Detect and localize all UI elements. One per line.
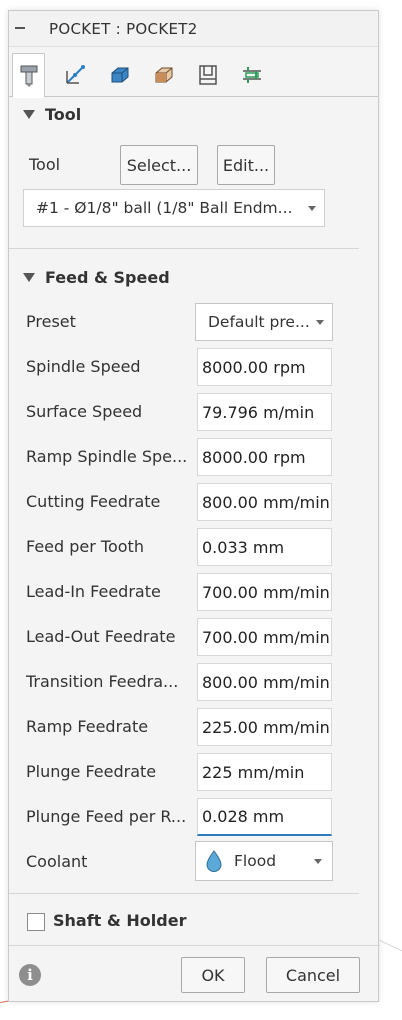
- preset-dropdown[interactable]: Default pre...: [195, 303, 333, 341]
- collapse-triangle-icon: [23, 272, 35, 282]
- ramp-spindle-speed-input[interactable]: 8000.00 rpm: [197, 438, 332, 476]
- lead-in-feedrate-input[interactable]: 700.00 mm/min: [197, 573, 332, 611]
- preset-label: Preset: [26, 312, 76, 331]
- shaft-holder-checkbox[interactable]: [27, 913, 45, 931]
- tool-dropdown-value: #1 - Ø1/8" ball (1/8" Ball Endm...: [36, 199, 293, 217]
- plunge-feedrate-input[interactable]: 225 mm/min: [197, 753, 332, 791]
- ramp-feedrate-input[interactable]: 225.00 mm/min: [197, 708, 332, 746]
- tool-label: Tool: [29, 155, 61, 174]
- feed-per-tooth-input[interactable]: 0.033 mm: [197, 528, 332, 566]
- cancel-button[interactable]: Cancel: [266, 957, 360, 993]
- tool-section-header[interactable]: Tool: [19, 103, 81, 125]
- coolant-dropdown[interactable]: Flood: [195, 841, 333, 881]
- cutting-feedrate-input[interactable]: 800.00 mm/min: [197, 483, 332, 521]
- chevron-down-icon: [314, 858, 322, 864]
- field-label: Cutting Feedrate: [26, 492, 161, 511]
- surface-speed-input[interactable]: 79.796 m/min: [197, 393, 332, 431]
- tab-heights[interactable]: [103, 53, 136, 97]
- field-label: Spindle Speed: [26, 357, 141, 376]
- tab-bar: [9, 53, 378, 98]
- field-label: Surface Speed: [26, 402, 143, 421]
- field-label: Ramp Feedrate: [26, 717, 149, 736]
- ok-button[interactable]: OK: [181, 957, 245, 993]
- heights-tab-icon: [111, 67, 128, 83]
- tool-tab-icon: [20, 65, 37, 87]
- footer-divider: [9, 945, 380, 946]
- geometry-tab-icon: [65, 65, 85, 84]
- passes-tab-icon: [155, 67, 172, 83]
- tool-section-title: Tool: [45, 104, 82, 124]
- linking-tab-icon: [198, 65, 217, 85]
- field-label: Lead-Out Feedrate: [26, 627, 176, 646]
- info-icon[interactable]: i: [19, 964, 41, 986]
- background-line: [379, 940, 402, 958]
- feed-speed-section-title: Feed & Speed: [45, 267, 170, 287]
- field-label: Lead-In Feedrate: [26, 582, 161, 601]
- field-label: Plunge Feedrate: [26, 762, 157, 781]
- coolant-dropdown-value: Flood: [234, 852, 277, 870]
- dialog-title: POCKET : POCKET2: [49, 20, 198, 38]
- section-divider: [9, 893, 359, 894]
- edit-tool-button[interactable]: Edit...: [217, 145, 275, 185]
- tab-geometry[interactable]: [58, 53, 91, 97]
- water-drop-icon: [206, 850, 222, 873]
- feed-speed-section-header[interactable]: Feed & Speed: [19, 266, 170, 288]
- lead-out-feedrate-input[interactable]: 700.00 mm/min: [197, 618, 332, 656]
- tab-linking[interactable]: [191, 53, 224, 97]
- chevron-down-icon: [308, 205, 316, 211]
- preset-dropdown-value: Default pre...: [208, 313, 310, 331]
- tab-passes[interactable]: [147, 53, 180, 97]
- spindle-speed-input[interactable]: 8000.00 rpm: [197, 348, 332, 386]
- tab-multiaxis[interactable]: [235, 53, 268, 97]
- coolant-label: Coolant: [26, 852, 88, 871]
- plunge-feed-per-revolution-input[interactable]: 0.028 mm: [197, 798, 332, 836]
- shaft-holder-label: Shaft & Holder: [53, 911, 187, 930]
- dialog-titlebar: POCKET : POCKET2: [9, 11, 378, 47]
- multiaxis-tab-icon: [242, 67, 261, 83]
- select-tool-button[interactable]: Select...: [120, 145, 198, 185]
- field-label: Feed per Tooth: [26, 537, 144, 556]
- section-divider: [9, 248, 359, 249]
- field-label: Plunge Feed per R...: [26, 807, 187, 826]
- field-label: Ramp Spindle Spe...: [26, 447, 188, 466]
- tab-tool[interactable]: [12, 53, 45, 98]
- field-label: Transition Feedra...: [26, 672, 179, 691]
- collapse-triangle-icon: [23, 109, 35, 119]
- operation-dialog: POCKET : POCKET2 Tool Tool Select... Edi…: [8, 10, 380, 1002]
- chevron-down-icon: [316, 319, 324, 325]
- tool-dropdown[interactable]: #1 - Ø1/8" ball (1/8" Ball Endm...: [23, 189, 325, 227]
- transition-feedrate-input[interactable]: 800.00 mm/min: [197, 663, 332, 701]
- collapse-button[interactable]: [13, 20, 29, 36]
